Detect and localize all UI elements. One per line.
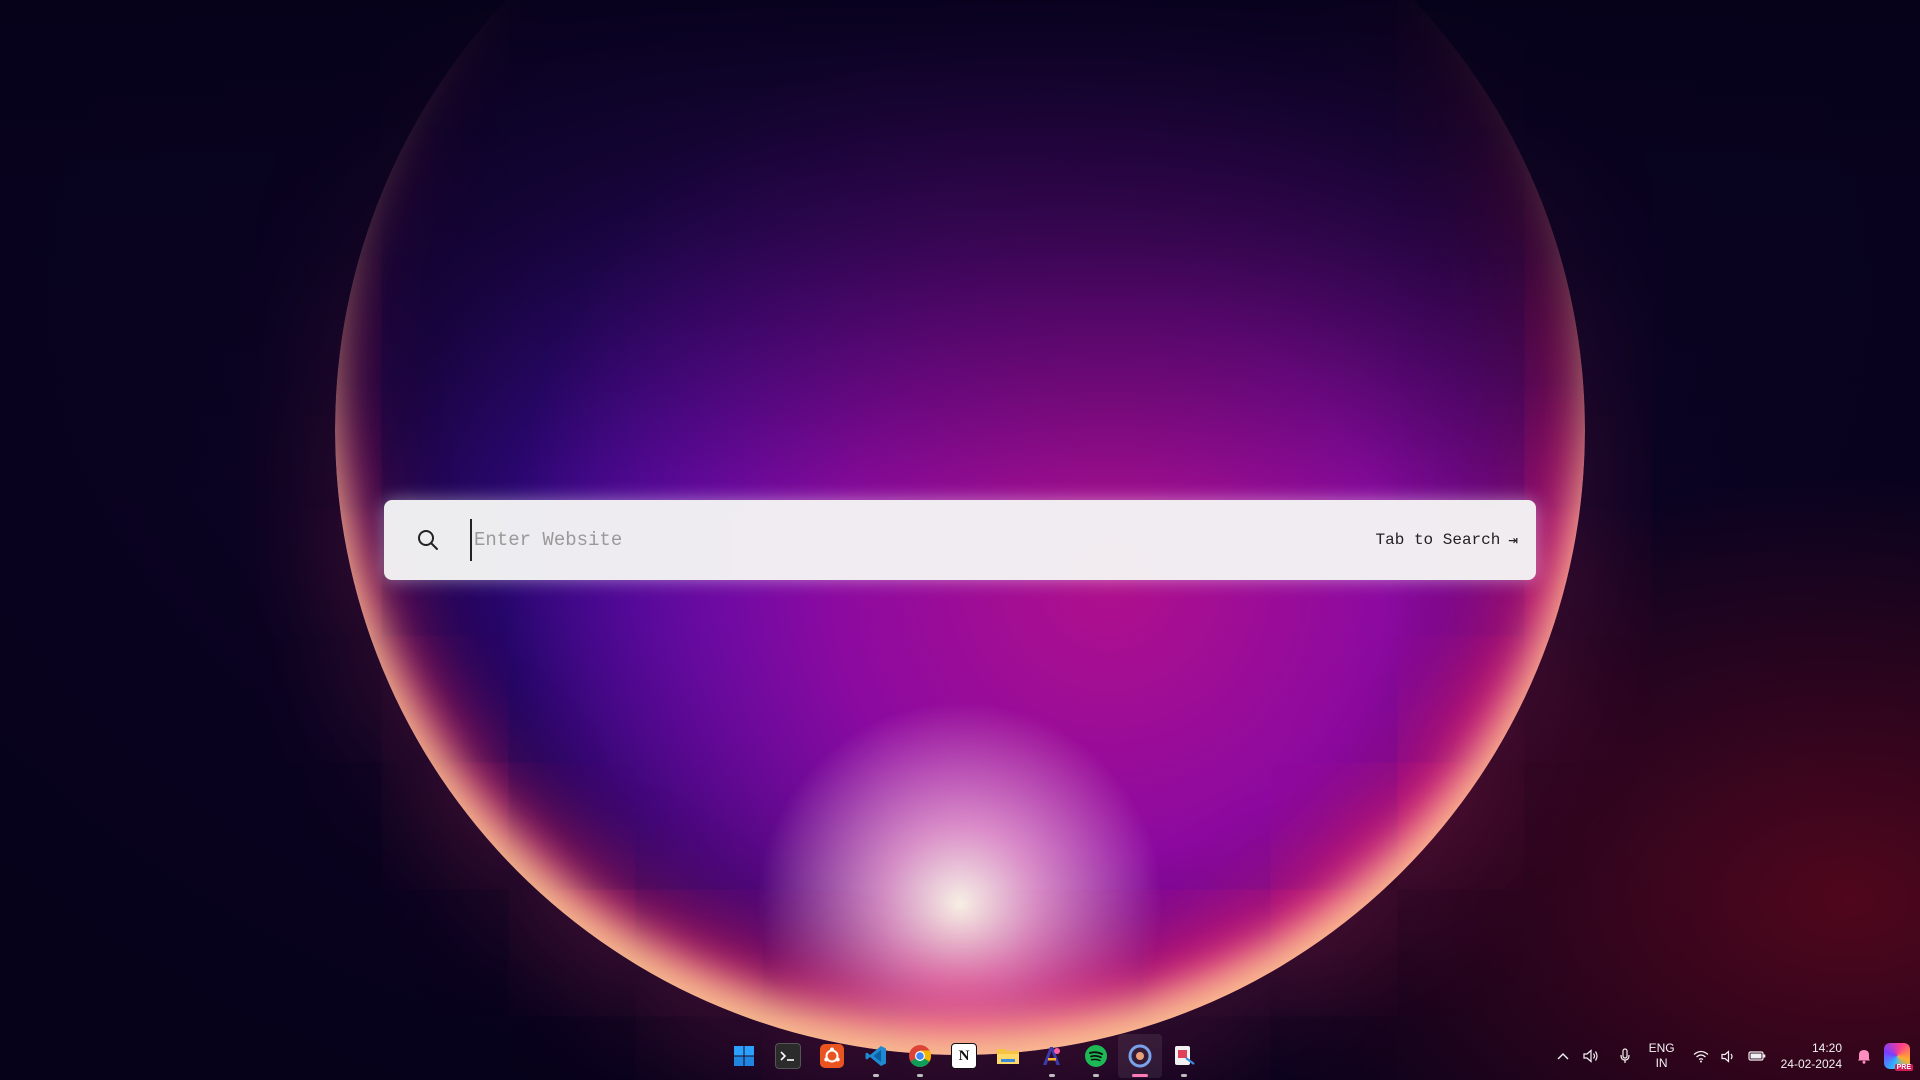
search-bar: Tab to Search ⇥ (384, 500, 1536, 580)
ubuntu-icon (820, 1044, 844, 1068)
folder-icon (996, 1044, 1020, 1068)
tab-to-search-hint: Tab to Search ⇥ (1376, 530, 1518, 550)
taskbar-app-design[interactable] (1030, 1034, 1074, 1078)
clock[interactable]: 14:20 24-02-2024 (1781, 1040, 1842, 1072)
clock-time: 14:20 (1811, 1041, 1842, 1055)
tab-hint-label: Tab to Search (1375, 531, 1501, 549)
browser-app-icon (1128, 1044, 1152, 1068)
search-icon (416, 528, 440, 552)
snipping-tool-icon (1172, 1044, 1196, 1068)
taskbar-app-browser[interactable] (1118, 1034, 1162, 1078)
taskbar-app-file-explorer[interactable] (986, 1034, 1030, 1078)
taskbar-apps: N (722, 1032, 1206, 1080)
taskbar-app-notion[interactable]: N (942, 1034, 986, 1078)
running-indicator (1181, 1074, 1187, 1077)
taskbar-app-vscode[interactable] (854, 1034, 898, 1078)
copilot-icon[interactable]: PRE (1884, 1043, 1913, 1071)
language-indicator[interactable]: ENG IN (1649, 1041, 1675, 1071)
volume-icon[interactable] (1715, 1040, 1743, 1072)
system-tray: ENG IN 14:20 24-02-2024 PRE (1549, 1032, 1920, 1080)
taskbar-app-snipping-tool[interactable] (1162, 1034, 1206, 1078)
notion-icon: N (951, 1043, 977, 1069)
taskbar-app-chrome[interactable] (898, 1034, 942, 1078)
language-code: ENG (1648, 1041, 1675, 1055)
vscode-icon (864, 1044, 888, 1068)
active-indicator (1132, 1074, 1148, 1077)
website-input[interactable] (470, 519, 1376, 561)
running-indicator (1049, 1074, 1055, 1077)
chrome-icon (908, 1044, 932, 1068)
running-indicator (917, 1074, 923, 1077)
taskbar-app-ubuntu[interactable] (810, 1034, 854, 1078)
desktop-wallpaper: Tab to Search ⇥ (0, 0, 1920, 1080)
start-button[interactable] (722, 1034, 766, 1078)
taskbar-app-terminal[interactable] (766, 1034, 810, 1078)
wifi-icon[interactable] (1687, 1040, 1715, 1072)
windows-logo-icon (732, 1044, 756, 1068)
running-indicator (1093, 1074, 1099, 1077)
battery-icon[interactable] (1743, 1040, 1771, 1072)
taskbar-app-spotify[interactable] (1074, 1034, 1118, 1078)
tab-key-icon: ⇥ (1508, 532, 1518, 550)
clock-date: 24-02-2024 (1780, 1057, 1842, 1071)
terminal-icon (775, 1043, 801, 1069)
spotify-icon (1084, 1044, 1108, 1068)
speaker-icon[interactable] (1577, 1040, 1605, 1072)
microphone-icon[interactable] (1611, 1040, 1639, 1072)
design-app-icon (1040, 1044, 1064, 1068)
notification-bell-icon[interactable] (1850, 1040, 1878, 1072)
language-region: IN (1655, 1056, 1668, 1070)
running-indicator (873, 1074, 879, 1077)
taskbar: N ENG IN 14:20 24-02-2024 PRE (0, 1032, 1920, 1080)
chevron-up-icon[interactable] (1549, 1040, 1577, 1072)
